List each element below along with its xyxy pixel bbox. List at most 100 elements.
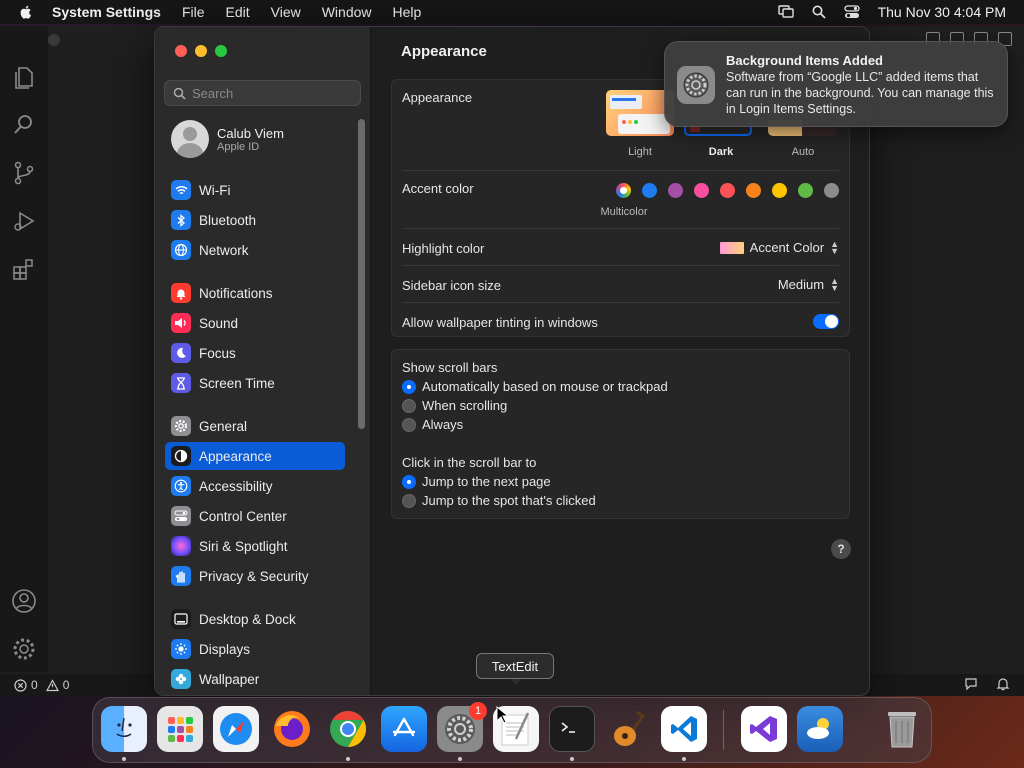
sidebar-item-siri-spotlight[interactable]: Siri & Spotlight xyxy=(165,532,345,560)
error-count[interactable]: 0 xyxy=(31,678,38,692)
warning-icon[interactable] xyxy=(45,678,59,692)
radio-button[interactable] xyxy=(402,398,416,413)
firefox-icon[interactable] xyxy=(269,706,315,752)
accent-swatch-graphite[interactable] xyxy=(824,183,839,198)
sidebar-item-privacy-security[interactable]: Privacy & Security xyxy=(165,562,345,590)
wallpaper-tinting-label: Allow wallpaper tinting in windows xyxy=(402,315,598,330)
terminal-icon[interactable] xyxy=(549,706,595,752)
click-scroll-option-spot[interactable]: Jump to the spot that's clicked xyxy=(402,493,596,508)
sidebar-item-bluetooth[interactable]: Bluetooth xyxy=(165,206,345,234)
run-debug-icon[interactable] xyxy=(11,208,37,234)
divider xyxy=(402,228,839,229)
sidebar-item-sound[interactable]: Sound xyxy=(165,309,345,337)
radio-button[interactable] xyxy=(402,379,416,394)
accent-swatch-blue[interactable] xyxy=(642,183,657,198)
sidebar-item-screen-time[interactable]: Screen Time xyxy=(165,369,345,397)
click-scroll-option-next-page[interactable]: Jump to the next page xyxy=(402,474,551,489)
visual-studio-icon[interactable] xyxy=(741,706,787,752)
page-title: Appearance xyxy=(401,43,487,60)
accent-swatch-purple[interactable] xyxy=(668,183,683,198)
menu-view[interactable]: View xyxy=(271,4,301,20)
hourglass-icon xyxy=(171,373,191,393)
sidebar-item-general[interactable]: General xyxy=(165,412,345,440)
sidebar-item-network[interactable]: Network xyxy=(165,236,345,264)
mouse-cursor-icon xyxy=(496,706,508,724)
radio-button[interactable] xyxy=(402,493,416,508)
sidebar-icon-size-popup[interactable]: Medium ▲ ▼ xyxy=(778,276,839,292)
menu-help[interactable]: Help xyxy=(393,4,422,20)
accent-swatch-orange[interactable] xyxy=(746,183,761,198)
sidebar-item-label: Notifications xyxy=(199,285,273,301)
accounts-icon[interactable] xyxy=(11,588,37,614)
spotlight-search-icon[interactable] xyxy=(812,5,826,19)
vscode-icon[interactable] xyxy=(661,706,707,752)
launchpad-icon[interactable] xyxy=(157,706,203,752)
radio-button[interactable] xyxy=(402,417,416,432)
weather-icon[interactable] xyxy=(797,706,843,752)
running-indicator xyxy=(682,757,686,761)
explorer-icon[interactable] xyxy=(11,64,37,90)
extensions-icon[interactable] xyxy=(11,256,37,282)
search-input[interactable] xyxy=(192,85,352,101)
minimize-button[interactable] xyxy=(195,45,207,57)
sidebar-scrollbar[interactable] xyxy=(358,119,365,429)
sidebar-item-label: Wallpaper xyxy=(199,671,260,687)
sidebar-item-desktop-dock[interactable]: Desktop & Dock xyxy=(165,605,345,633)
app-store-icon[interactable] xyxy=(381,706,427,752)
safari-icon[interactable] xyxy=(213,706,259,752)
accent-swatch-multicolor[interactable] xyxy=(616,183,631,198)
manage-gear-icon[interactable] xyxy=(11,636,37,662)
help-button[interactable]: ? xyxy=(831,539,851,559)
sidebar-item-wallpaper[interactable]: Wallpaper xyxy=(165,665,345,693)
scroll-bars-option-scrolling[interactable]: When scrolling xyxy=(402,398,507,413)
wallpaper-tinting-toggle[interactable] xyxy=(813,314,839,329)
finder-icon[interactable] xyxy=(101,706,147,752)
menu-app-name[interactable]: System Settings xyxy=(52,4,161,20)
notification-banner[interactable]: Background Items Added Software from “Go… xyxy=(664,41,1008,127)
sidebar-item-control-center[interactable]: Control Center xyxy=(165,502,345,530)
trash-icon[interactable] xyxy=(879,706,925,752)
highlight-color-preview xyxy=(719,241,744,254)
apple-menu-icon[interactable] xyxy=(18,4,34,20)
sidebar-item-wifi[interactable]: Wi-Fi xyxy=(165,176,345,204)
accent-swatch-pink[interactable] xyxy=(694,183,709,198)
source-control-icon[interactable] xyxy=(11,160,37,186)
sidebar-item-appearance[interactable]: Appearance xyxy=(165,442,345,470)
scroll-bars-option-auto[interactable]: Automatically based on mouse or trackpad xyxy=(402,379,668,394)
apple-id-profile[interactable]: Calub Viem Apple ID xyxy=(171,120,284,158)
sidebar-item-label: Focus xyxy=(199,345,236,361)
dock-icon xyxy=(171,609,191,629)
globe-icon xyxy=(171,240,191,260)
accent-swatch-yellow[interactable] xyxy=(772,183,787,198)
sidebar-item-notifications[interactable]: Notifications xyxy=(165,279,345,307)
notification-badge: 1 xyxy=(469,702,487,720)
appearance-light-label: Light xyxy=(628,146,652,158)
sidebar-item-focus[interactable]: Focus xyxy=(165,339,345,367)
radio-button[interactable] xyxy=(402,474,416,489)
sidebar-item-accessibility[interactable]: Accessibility xyxy=(165,472,345,500)
scroll-bars-option-always[interactable]: Always xyxy=(402,417,463,432)
divider xyxy=(402,265,839,266)
sidebar-item-displays[interactable]: Displays xyxy=(165,635,345,663)
zoom-button[interactable] xyxy=(215,45,227,57)
menu-clock[interactable]: Thu Nov 30 4:04 PM xyxy=(878,4,1006,20)
warning-count[interactable]: 0 xyxy=(63,678,70,692)
notifications-bell-icon[interactable] xyxy=(996,677,1010,691)
search-field[interactable] xyxy=(164,80,361,106)
control-center-icon[interactable] xyxy=(843,5,860,19)
garageband-icon[interactable] xyxy=(605,706,651,752)
menu-window[interactable]: Window xyxy=(322,4,372,20)
menu-edit[interactable]: Edit xyxy=(226,4,250,20)
error-icon[interactable] xyxy=(14,678,27,692)
chrome-icon[interactable] xyxy=(325,706,371,752)
close-button[interactable] xyxy=(175,45,187,57)
accent-swatch-red[interactable] xyxy=(720,183,735,198)
menu-file[interactable]: File xyxy=(182,4,205,20)
highlight-color-popup[interactable]: Accent Color ▲ ▼ xyxy=(719,239,839,255)
sidebar-item-label: Desktop & Dock xyxy=(199,611,296,627)
feedback-icon[interactable] xyxy=(964,677,978,691)
screen-mirroring-icon[interactable] xyxy=(777,5,794,19)
appearance-pane: Appearance Appearance Light Dark Auto Ac… xyxy=(371,27,869,695)
accent-swatch-green[interactable] xyxy=(798,183,813,198)
search-icon[interactable] xyxy=(11,112,37,138)
